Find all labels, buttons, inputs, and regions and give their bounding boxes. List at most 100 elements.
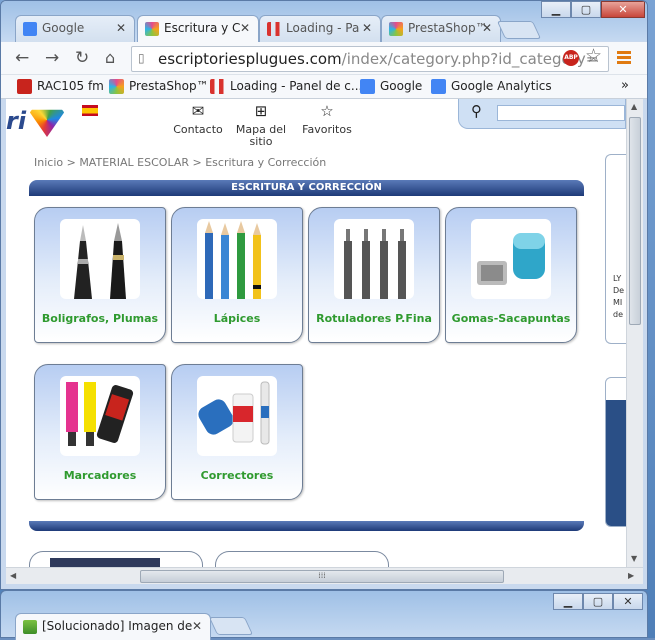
tab-title: Escritura y C — [164, 21, 241, 35]
adblock-icon[interactable]: ABP — [563, 50, 579, 66]
bookmark-item[interactable]: Loading - Panel de c... — [210, 79, 362, 94]
side-product-text: LY De MI de — [613, 274, 625, 319]
site-search: ⚲ — [458, 99, 626, 129]
bookmark-item[interactable]: Google — [360, 79, 422, 94]
close-window-button[interactable]: ✕ — [613, 593, 643, 610]
url-host: escriptoriesplugues.com — [158, 50, 342, 68]
loading-bars-icon — [267, 22, 281, 36]
contact-link[interactable]: ✉ Contacto — [169, 104, 227, 136]
page-viewport: ri ✉ Contacto ⊞ Mapa del sitio ☆ Favorit… — [6, 99, 626, 567]
rac105-icon — [17, 79, 32, 94]
spanish-flag-icon[interactable] — [82, 105, 98, 116]
side-product-image[interactable] — [605, 377, 626, 527]
product-image — [50, 558, 160, 567]
category-footer-bar — [29, 521, 584, 531]
tab-solucionado[interactable]: [Solucionado] Imagen de ✕ — [15, 613, 211, 640]
window-controls: ▁ ▢ ✕ — [553, 593, 643, 610]
horizontal-scroll-thumb[interactable]: ⁞⁞⁞ — [140, 570, 504, 583]
vertical-scrollbar[interactable]: ▲ ▼ — [626, 99, 643, 567]
site-logo[interactable]: ri — [6, 107, 66, 137]
subcategory-label: Rotuladores P.Fina — [316, 312, 432, 325]
reload-icon[interactable]: ↻ — [75, 48, 89, 68]
bookmark-item[interactable]: PrestaShop™ — [109, 79, 209, 94]
subcategory-card[interactable]: Boligrafos, Plumas — [34, 207, 166, 343]
sitemap-icon: ⊞ — [254, 102, 268, 120]
subcategory-card[interactable]: Rotuladores P.Fina — [308, 207, 440, 343]
breadcrumb: Inicio > MATERIAL ESCOLAR > Escritura y … — [34, 156, 327, 169]
url-path: /index/category.php?id_category= — [341, 50, 599, 68]
subcategory-card[interactable]: Gomas-Sacapuntas — [445, 207, 577, 343]
second-browser-window: [Solucionado] Imagen de ✕ ▁ ▢ ✕ — [0, 590, 648, 640]
pens-image — [60, 219, 140, 299]
bookmarks-overflow-icon[interactable]: » — [621, 78, 629, 93]
close-icon[interactable]: ✕ — [192, 619, 202, 633]
window-controls: ▁ ▢ ✕ — [541, 1, 645, 18]
bookmark-star-icon[interactable]: ☆ — [585, 45, 602, 67]
forward-icon[interactable]: → — [45, 48, 59, 68]
subcategory-card[interactable]: Correctores — [171, 364, 303, 500]
category-title: ESCRITURA Y CORRECCIÓN — [29, 180, 584, 196]
minimize-button[interactable]: ▁ — [553, 593, 583, 610]
sitemap-link[interactable]: ⊞ Mapa del sitio — [232, 102, 290, 148]
close-window-button[interactable]: ✕ — [601, 1, 645, 18]
subcategory-label: Marcadores — [63, 469, 137, 482]
scroll-down-icon[interactable]: ▼ — [631, 554, 637, 563]
subcategory-label: Lápices — [213, 312, 261, 325]
correctors-image — [197, 376, 277, 456]
prestashop-icon — [145, 22, 159, 36]
search-input[interactable] — [497, 105, 625, 121]
tab-title: Loading - Pa — [286, 21, 360, 35]
scroll-left-icon[interactable]: ◀ — [10, 571, 16, 580]
vertical-scroll-thumb[interactable] — [629, 117, 641, 325]
home-icon[interactable]: ⌂ — [105, 48, 115, 67]
close-icon[interactable]: ✕ — [116, 21, 126, 35]
google-g-icon — [23, 22, 37, 36]
side-product-panel[interactable]: LY De MI de — [605, 154, 626, 344]
new-tab-button[interactable] — [208, 617, 254, 635]
bookmarks-bar: RAC105 fm PrestaShop™ Loading - Panel de… — [1, 75, 647, 99]
tab-title: PrestaShop™ — [408, 21, 488, 35]
tab-google[interactable]: Google ✕ — [15, 15, 135, 42]
close-icon[interactable]: ✕ — [240, 21, 250, 35]
scroll-right-icon[interactable]: ▶ — [628, 571, 634, 580]
prestashop-icon — [389, 22, 403, 36]
close-icon[interactable]: ✕ — [482, 21, 492, 35]
back-icon[interactable]: ← — [15, 48, 29, 68]
scroll-up-icon[interactable]: ▲ — [631, 102, 637, 111]
tab-escritura[interactable]: Escritura y C ✕ — [137, 15, 259, 42]
forum-icon — [23, 620, 37, 634]
google-g-icon — [431, 79, 446, 94]
subcategory-label: Correctores — [200, 469, 274, 482]
product-card[interactable] — [215, 551, 389, 567]
logo-fan-icon — [28, 109, 66, 137]
subcategory-label: Boligrafos, Plumas — [41, 312, 159, 325]
address-bar[interactable]: ▯ escriptoriesplugues.com/index/category… — [131, 46, 609, 72]
search-icon[interactable]: ⚲ — [471, 102, 482, 120]
minimize-button[interactable]: ▁ — [541, 1, 571, 18]
menu-icon[interactable] — [617, 51, 631, 66]
tab-title: [Solucionado] Imagen de — [42, 619, 193, 633]
tab-title: Google — [42, 21, 85, 35]
erasers-image — [471, 219, 551, 299]
bookmark-item[interactable]: Google Analytics — [431, 79, 552, 94]
subcategory-card[interactable]: Marcadores — [34, 364, 166, 500]
prestashop-icon — [109, 79, 124, 94]
pencils-image — [197, 219, 277, 299]
page-icon: ▯ — [138, 51, 145, 65]
close-icon[interactable]: ✕ — [362, 21, 372, 35]
bookmark-item[interactable]: RAC105 fm — [17, 79, 104, 94]
tab-loading[interactable]: Loading - Pa ✕ — [259, 15, 381, 42]
tab-prestashop[interactable]: PrestaShop™ ✕ — [381, 15, 501, 42]
maximize-button[interactable]: ▢ — [571, 1, 601, 18]
maximize-button[interactable]: ▢ — [583, 593, 613, 610]
fineliners-image — [334, 219, 414, 299]
google-g-icon — [360, 79, 375, 94]
product-card[interactable] — [29, 551, 203, 567]
favorites-link[interactable]: ☆ Favoritos — [298, 104, 356, 136]
subcategory-card[interactable]: Lápices — [171, 207, 303, 343]
loading-bars-icon — [210, 79, 225, 94]
browser-window: Google ✕ Escritura y C ✕ Loading - Pa ✕ … — [0, 0, 648, 590]
markers-image — [60, 376, 140, 456]
new-tab-button[interactable] — [496, 21, 542, 39]
horizontal-scrollbar[interactable]: ◀ ⁞⁞⁞ ▶ — [6, 567, 643, 584]
